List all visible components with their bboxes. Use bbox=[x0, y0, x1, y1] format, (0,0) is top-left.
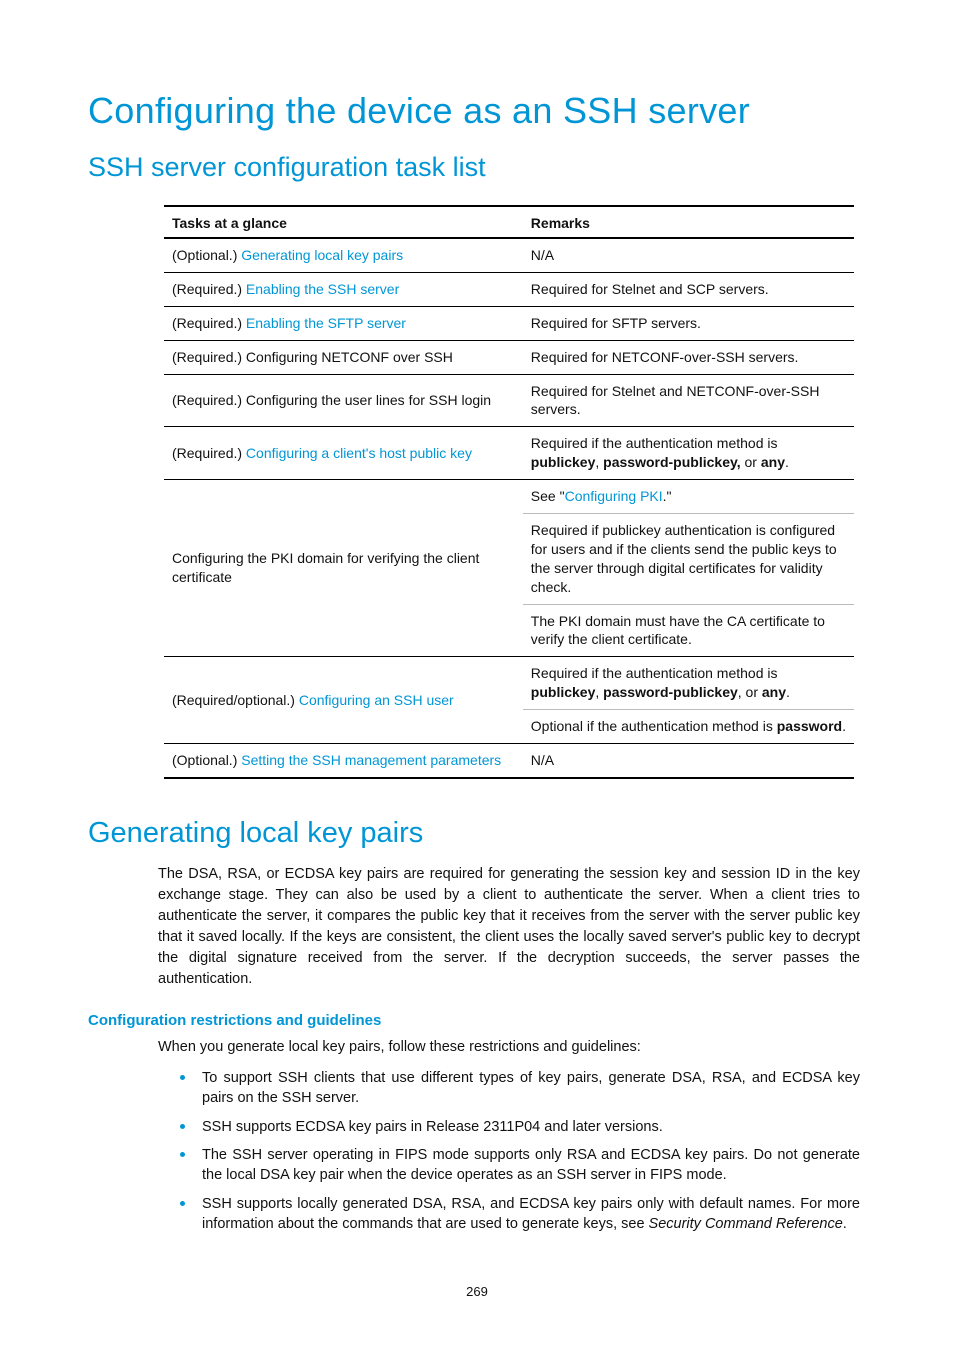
table-row: (Required.) Enabling the SFTP server Req… bbox=[164, 306, 854, 340]
section-config-restrictions: Configuration restrictions and guideline… bbox=[88, 1012, 866, 1029]
restriction-list: To support SSH clients that use differen… bbox=[158, 1064, 860, 1238]
remark-see-link: See "Configuring PKI." bbox=[523, 480, 854, 514]
remark-text: Required for Stelnet and SCP servers. bbox=[523, 272, 854, 306]
link-enabling-ssh-server[interactable]: Enabling the SSH server bbox=[246, 281, 399, 297]
task-text: (Required.) Configuring the user lines f… bbox=[164, 374, 523, 427]
table-row: (Required.) Configuring a client's host … bbox=[164, 427, 854, 480]
remark-text: N/A bbox=[523, 238, 854, 272]
remark-text: Required for Stelnet and NETCONF-over-SS… bbox=[523, 374, 854, 427]
list-item: SSH supports locally generated DSA, RSA,… bbox=[158, 1190, 860, 1239]
list-item: The SSH server operating in FIPS mode su… bbox=[158, 1141, 860, 1190]
table-row: (Required.) Configuring NETCONF over SSH… bbox=[164, 340, 854, 374]
table-row: (Optional.) Generating local key pairs N… bbox=[164, 238, 854, 272]
remark-text: Required for SFTP servers. bbox=[523, 306, 854, 340]
link-configuring-client-host-public-key[interactable]: Configuring a client's host public key bbox=[246, 445, 472, 461]
table-row: (Required.) Configuring the user lines f… bbox=[164, 374, 854, 427]
table-row: (Required/optional.) Configuring an SSH … bbox=[164, 657, 854, 710]
task-prefix: (Optional.) bbox=[172, 247, 241, 263]
section-generating-local-key-pairs: Generating local key pairs bbox=[88, 817, 866, 850]
col-header-tasks: Tasks at a glance bbox=[164, 206, 523, 238]
paragraph: The DSA, RSA, or ECDSA key pairs are req… bbox=[158, 864, 860, 990]
list-item: SSH supports ECDSA key pairs in Release … bbox=[158, 1113, 860, 1141]
task-text: (Required.) Configuring NETCONF over SSH bbox=[164, 340, 523, 374]
table-row: (Required.) Enabling the SSH server Requ… bbox=[164, 272, 854, 306]
link-generating-local-key-pairs[interactable]: Generating local key pairs bbox=[241, 247, 403, 263]
link-setting-ssh-management-parameters[interactable]: Setting the SSH management parameters bbox=[241, 752, 501, 768]
table-row: Configuring the PKI domain for verifying… bbox=[164, 480, 854, 514]
section-task-list-title: SSH server configuration task list bbox=[88, 152, 866, 183]
page-number: 269 bbox=[88, 1284, 866, 1299]
remark-text: Required if publickey authentication is … bbox=[523, 514, 854, 605]
task-prefix: (Required.) bbox=[172, 315, 246, 331]
paragraph: When you generate local key pairs, follo… bbox=[158, 1037, 860, 1058]
remark-text: Required if the authentication method is… bbox=[523, 427, 854, 480]
task-prefix: (Optional.) bbox=[172, 752, 241, 768]
task-prefix: (Required.) bbox=[172, 281, 246, 297]
task-text: Configuring the PKI domain for verifying… bbox=[164, 480, 523, 657]
task-list-table: Tasks at a glance Remarks (Optional.) Ge… bbox=[164, 205, 854, 779]
link-configuring-ssh-user[interactable]: Configuring an SSH user bbox=[299, 692, 454, 708]
link-enabling-sftp-server[interactable]: Enabling the SFTP server bbox=[246, 315, 406, 331]
table-row: (Optional.) Setting the SSH management p… bbox=[164, 744, 854, 778]
task-prefix: (Required.) bbox=[172, 445, 246, 461]
task-prefix: (Required/optional.) bbox=[172, 692, 299, 708]
remark-text: Optional if the authentication method is… bbox=[523, 710, 854, 744]
list-item: To support SSH clients that use differen… bbox=[158, 1064, 860, 1113]
remark-text: The PKI domain must have the CA certific… bbox=[523, 604, 854, 657]
col-header-remarks: Remarks bbox=[523, 206, 854, 238]
remark-text: N/A bbox=[523, 744, 854, 778]
remark-text: Required for NETCONF-over-SSH servers. bbox=[523, 340, 854, 374]
remark-text: Required if the authentication method is… bbox=[523, 657, 854, 710]
page-title: Configuring the device as an SSH server bbox=[88, 90, 866, 132]
link-configuring-pki[interactable]: Configuring PKI bbox=[565, 488, 663, 504]
